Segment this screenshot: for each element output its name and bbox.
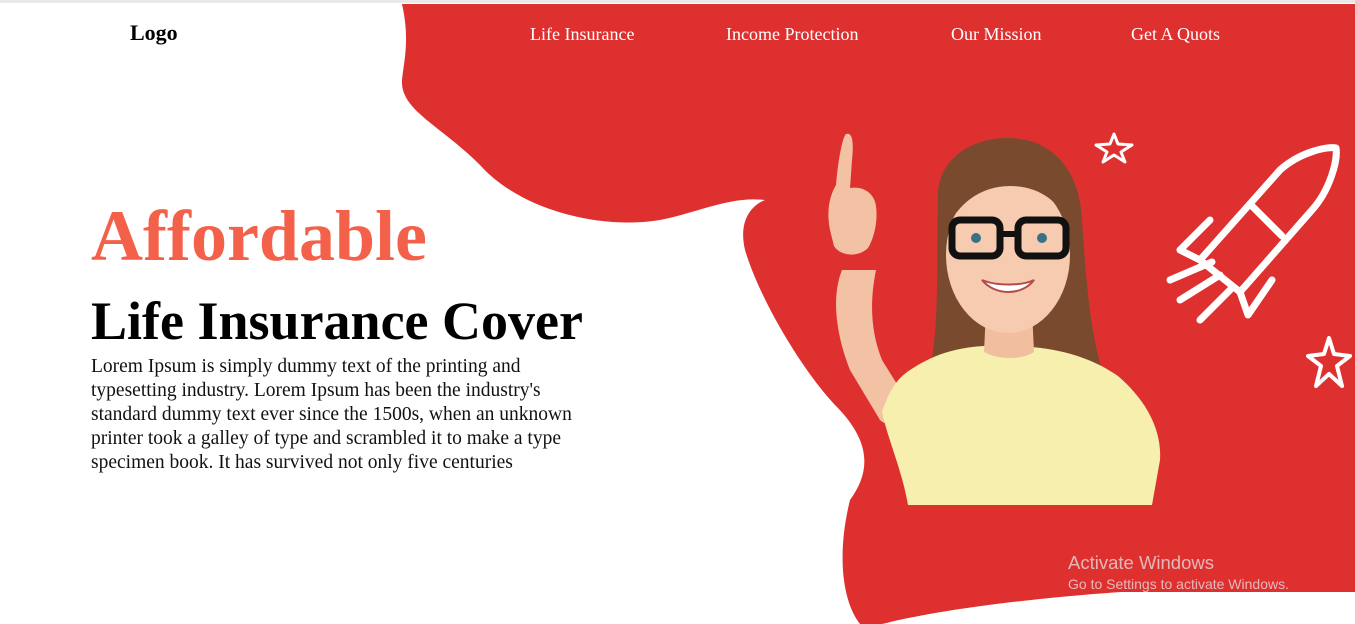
hero-title: Life Insurance Cover	[91, 291, 583, 351]
hero-description: Lorem Ipsum is simply dummy text of the …	[91, 356, 572, 473]
hero-accent-heading: Affordable	[91, 196, 427, 276]
nav-get-a-quote[interactable]: Get A Quots	[1131, 24, 1220, 45]
rocket-icon	[1166, 144, 1340, 324]
nav-life-insurance[interactable]: Life Insurance	[530, 24, 634, 45]
watermark-subtitle: Go to Settings to activate Windows.	[1068, 576, 1289, 592]
nav-income-protection[interactable]: Income Protection	[726, 24, 858, 45]
watermark-title: Activate Windows	[1068, 552, 1214, 573]
star-icon	[1306, 336, 1352, 388]
nav-our-mission[interactable]: Our Mission	[951, 24, 1042, 45]
main-nav: Life Insurance Income Protection Our Mis…	[0, 24, 1355, 48]
star-icon	[1094, 132, 1134, 164]
hero-girl-image	[828, 133, 1161, 505]
windows-activation-watermark: Activate Windows Go to Settings to activ…	[1068, 552, 1289, 594]
